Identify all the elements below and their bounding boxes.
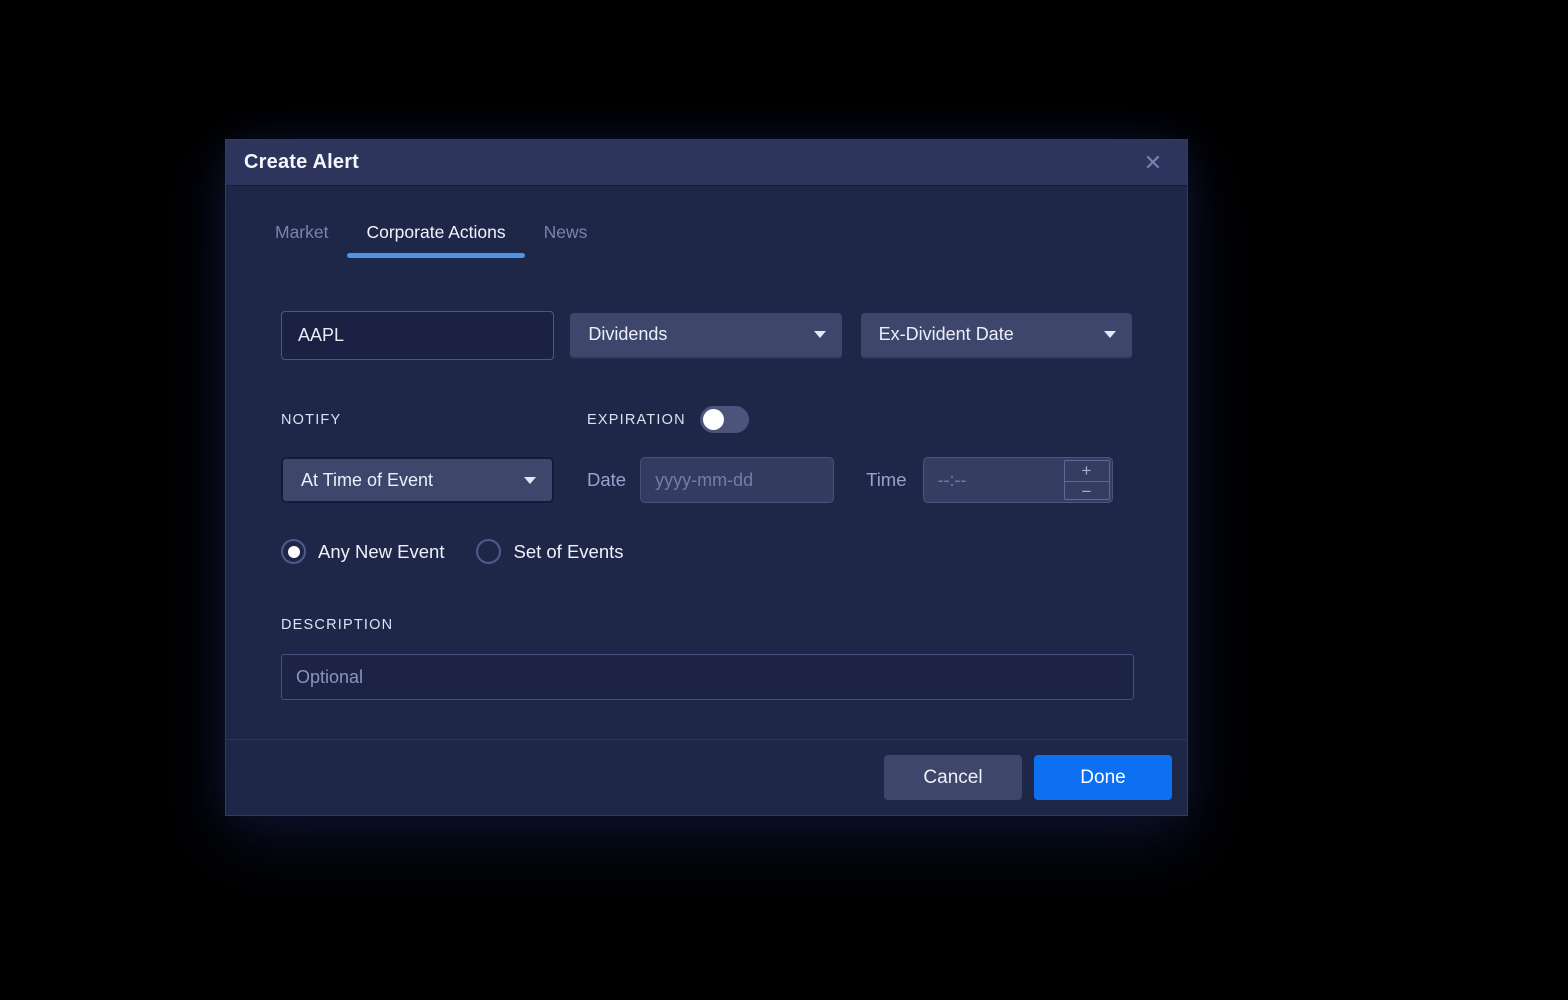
alert-criteria-row: Dividends Ex-Divident Date — [281, 311, 1132, 360]
chevron-down-icon — [1104, 331, 1116, 338]
notify-timing-value: At Time of Event — [301, 470, 433, 491]
expiration-label: EXPIRATION — [587, 412, 686, 428]
tab-corporate-actions[interactable]: Corporate Actions — [347, 222, 524, 258]
chevron-down-icon — [814, 331, 826, 338]
description-label: DESCRIPTION — [281, 617, 393, 633]
dialog-body: Dividends Ex-Divident Date NOTIFY EXPIRA… — [226, 311, 1187, 700]
event-type-dropdown-value: Ex-Divident Date — [879, 324, 1014, 345]
description-cell: DESCRIPTION — [281, 616, 1132, 634]
radio-selected-icon — [281, 539, 306, 564]
event-type-dropdown[interactable]: Ex-Divident Date — [861, 313, 1132, 359]
notify-label: NOTIFY — [281, 412, 341, 428]
event-scope-row: Any New Event Set of Events — [281, 539, 1132, 564]
time-field: + − — [923, 457, 1113, 503]
dialog-titlebar: Create Alert ✕ — [226, 140, 1187, 186]
close-button[interactable]: ✕ — [1139, 149, 1167, 177]
toggle-knob-icon — [703, 409, 724, 430]
category-dropdown[interactable]: Dividends — [570, 313, 841, 359]
cancel-button[interactable]: Cancel — [884, 755, 1022, 800]
time-label: Time — [866, 469, 906, 491]
symbol-input[interactable] — [281, 311, 554, 360]
tab-news-label: News — [544, 222, 588, 242]
done-button[interactable]: Done — [1034, 755, 1172, 800]
date-label: Date — [587, 469, 626, 491]
tab-market[interactable]: Market — [256, 222, 347, 258]
radio-any-new-event[interactable]: Any New Event — [281, 539, 444, 564]
time-increment-button[interactable]: + — [1065, 461, 1109, 482]
active-tab-underline — [347, 253, 524, 258]
close-icon: ✕ — [1144, 152, 1162, 174]
tab-market-label: Market — [275, 222, 328, 242]
time-spinner: + − — [1064, 460, 1110, 500]
notify-timing-dropdown[interactable]: At Time of Event — [281, 457, 554, 503]
category-dropdown-value: Dividends — [588, 324, 667, 345]
radio-set-of-events[interactable]: Set of Events — [476, 539, 623, 564]
dialog-title: Create Alert — [244, 151, 359, 174]
radio-set-of-events-label: Set of Events — [513, 541, 623, 563]
tab-bar: Market Corporate Actions News — [226, 186, 1187, 258]
time-input[interactable] — [924, 458, 1062, 502]
expiration-toggle[interactable] — [700, 406, 749, 433]
tab-corporate-actions-label: Corporate Actions — [366, 222, 505, 242]
dialog-footer: Cancel Done — [226, 739, 1187, 815]
create-alert-dialog: Create Alert ✕ Market Corporate Actions … — [225, 139, 1188, 816]
chevron-down-icon — [524, 477, 536, 484]
section-labels-row: NOTIFY EXPIRATION — [281, 406, 1132, 433]
expiration-cell: EXPIRATION — [587, 406, 749, 433]
tab-news[interactable]: News — [525, 222, 607, 258]
radio-unselected-icon — [476, 539, 501, 564]
timing-row: At Time of Event Date Time + − — [281, 457, 1132, 503]
radio-any-new-event-label: Any New Event — [318, 541, 444, 563]
notify-cell: NOTIFY — [281, 411, 587, 429]
date-input[interactable] — [640, 457, 834, 503]
time-decrement-button[interactable]: − — [1065, 482, 1109, 502]
description-input[interactable] — [281, 654, 1134, 700]
